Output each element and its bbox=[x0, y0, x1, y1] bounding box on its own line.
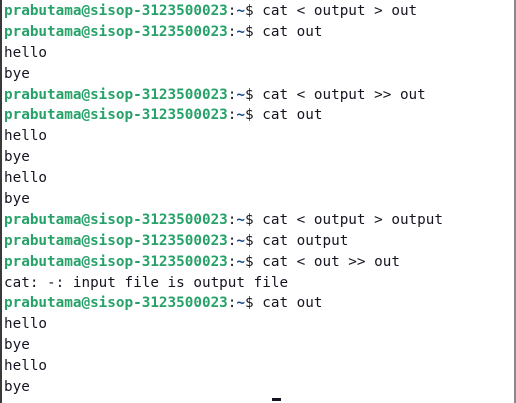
prompt-symbol: $ bbox=[245, 23, 263, 40]
output-line: bye bbox=[4, 337, 30, 354]
window-left-border bbox=[0, 0, 2, 403]
prompt-path: ~ bbox=[236, 3, 246, 19]
prompt-path: ~ bbox=[236, 86, 246, 103]
prompt-user-host: prabutama@sisop-3123500023 bbox=[4, 211, 228, 228]
command-text: cat output bbox=[262, 232, 349, 249]
prompt-symbol: $ bbox=[245, 295, 263, 312]
output-line: bye bbox=[4, 191, 30, 208]
terminal-output: prabutama@sisop-3123500023:~$ cat < outp… bbox=[4, 1, 512, 398]
prompt-line: prabutama@sisop-3123500023:~$ cat output bbox=[4, 231, 512, 252]
prompt-symbol: $ bbox=[245, 211, 263, 228]
prompt-symbol: $ bbox=[245, 253, 263, 270]
command-text: cat out bbox=[262, 107, 323, 124]
prompt-symbol: $ bbox=[245, 107, 263, 124]
prompt-user-host: prabutama@sisop-3123500023 bbox=[4, 86, 228, 103]
output-line: hello bbox=[4, 358, 48, 375]
output-line: hello bbox=[4, 128, 48, 145]
prompt-user-host: prabutama@sisop-3123500023 bbox=[4, 3, 228, 19]
prompt-path: ~ bbox=[236, 107, 246, 124]
prompt-user-host: prabutama@sisop-3123500023 bbox=[4, 232, 228, 249]
prompt-symbol: $ bbox=[245, 86, 263, 103]
output-line: bye bbox=[4, 379, 30, 396]
command-text: cat < out >> out bbox=[262, 253, 400, 270]
prompt-symbol: $ bbox=[245, 3, 263, 19]
command-text: cat < output > out bbox=[262, 3, 418, 19]
prompt-line: prabutama@sisop-3123500023:~$ cat < outp… bbox=[4, 210, 512, 231]
output-line: hello bbox=[4, 44, 48, 61]
command-text: cat < output >> out bbox=[262, 86, 426, 103]
prompt-line: prabutama@sisop-3123500023:~$ cat < outp… bbox=[4, 1, 512, 22]
prompt-path: ~ bbox=[236, 211, 246, 228]
prompt-line: prabutama@sisop-3123500023:~$ cat out bbox=[4, 293, 512, 314]
prompt-path: ~ bbox=[236, 253, 246, 270]
prompt-line: prabutama@sisop-3123500023:~$ cat out bbox=[4, 105, 512, 126]
prompt-user-host: prabutama@sisop-3123500023 bbox=[4, 253, 228, 270]
output-line: hello bbox=[4, 316, 48, 333]
command-text: cat out bbox=[262, 295, 323, 312]
prompt-path: ~ bbox=[236, 295, 246, 312]
text-cursor bbox=[272, 398, 281, 401]
terminal-window[interactable]: prabutama@sisop-3123500023:~$ cat < outp… bbox=[0, 0, 516, 403]
command-text: cat out bbox=[262, 23, 323, 40]
prompt-user-host: prabutama@sisop-3123500023 bbox=[4, 107, 228, 124]
prompt-line: prabutama@sisop-3123500023:~$ cat < out … bbox=[4, 252, 512, 273]
prompt-path: ~ bbox=[236, 232, 246, 249]
prompt-symbol: $ bbox=[245, 232, 263, 249]
prompt-line: prabutama@sisop-3123500023:~$ cat out bbox=[4, 22, 512, 43]
prompt-path: ~ bbox=[236, 23, 246, 40]
prompt-user-host: prabutama@sisop-3123500023 bbox=[4, 23, 228, 40]
output-line: bye bbox=[4, 149, 30, 166]
output-line: bye bbox=[4, 65, 30, 82]
prompt-line: prabutama@sisop-3123500023:~$ cat < outp… bbox=[4, 85, 512, 106]
output-line: hello bbox=[4, 170, 48, 187]
command-text: cat < output > output bbox=[262, 211, 443, 228]
prompt-user-host: prabutama@sisop-3123500023 bbox=[4, 295, 228, 312]
output-line: cat: -: input file is output file bbox=[4, 274, 289, 291]
